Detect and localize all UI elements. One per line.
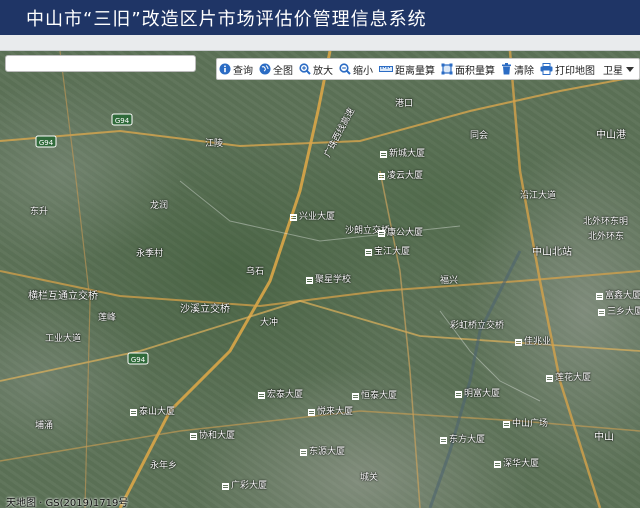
measure-area-button[interactable]: 面积量算 bbox=[441, 62, 495, 77]
g94-shield-c: G94 bbox=[127, 352, 149, 365]
basemap-label: 卫星 bbox=[603, 65, 623, 77]
map-label-jiang: 江陵 bbox=[205, 139, 224, 149]
map-label-dachong: 大冲 bbox=[260, 318, 279, 328]
svg-text:G94: G94 bbox=[39, 139, 54, 147]
map-label-school: 聚星学校 bbox=[306, 275, 351, 285]
ruler-icon bbox=[379, 64, 393, 74]
map-label-hengtai: 恒泰大厦 bbox=[352, 391, 397, 401]
zoom-in-label: 放大 bbox=[313, 65, 333, 77]
map-label-xingye: 兴业大厦 bbox=[290, 212, 335, 222]
map-label-dongfang: 东方大厦 bbox=[440, 435, 485, 445]
measure-distance-button[interactable]: 距离量算 bbox=[379, 62, 435, 77]
map-label-tonghui: 同会 bbox=[470, 131, 489, 141]
map-label-dongyuan: 东源大厦 bbox=[300, 447, 345, 457]
map-label-zhongshan-plaza: 中山广场 bbox=[503, 419, 548, 429]
map-label-xiehe: 协和大厦 bbox=[190, 431, 235, 441]
g94-shield-a: G94 bbox=[35, 135, 57, 148]
map-label-chengguan: 城关 bbox=[360, 473, 379, 483]
measure-distance-label: 距离量算 bbox=[395, 65, 435, 77]
map-label-zhongshan-north: 中山北站 bbox=[532, 247, 572, 258]
map-label-baojiang: 宝江大厦 bbox=[365, 247, 410, 257]
satellite-map[interactable]: G94 G94 G94 广珠西线高速 北外环东明 北外环东 中山北站 沙朗立交桥… bbox=[0, 51, 640, 508]
g94-shield-b: G94 bbox=[111, 113, 133, 126]
map-attribution: 天地图 · GS(2019)1719号 bbox=[6, 498, 129, 508]
map-label-yongjia: 永季村 bbox=[136, 249, 164, 259]
svg-text:G94: G94 bbox=[131, 356, 146, 364]
printer-icon bbox=[540, 63, 553, 75]
map-label-shaxi: 沙溪立交桥 bbox=[180, 304, 230, 315]
map-label-fuxing: 福兴 bbox=[440, 276, 459, 286]
map-label-lingyun: 凌云大厦 bbox=[378, 171, 423, 181]
map-label-longrun: 龙润 bbox=[150, 201, 169, 211]
map-label-fuxin: 富鑫大厦 bbox=[596, 291, 640, 301]
print-map-button[interactable]: 打印地图 bbox=[540, 62, 595, 77]
print-map-label: 打印地图 bbox=[555, 65, 595, 77]
map-label-sanxiang: 三乡大厦 bbox=[598, 307, 640, 317]
map-toolbar: 查询 全图 放大 缩小 距离量算 面积量算 清除 打印地图 卫星 bbox=[216, 58, 640, 80]
map-label-jiazhao: 佳兆业 bbox=[515, 337, 551, 347]
search-input[interactable] bbox=[5, 55, 196, 72]
clear-button[interactable]: 清除 bbox=[501, 62, 534, 77]
area-icon bbox=[441, 63, 453, 75]
map-label-guangcai: 广彩大厦 bbox=[222, 481, 267, 491]
map-label-west-ring-1: 北外环东明 bbox=[583, 217, 629, 227]
map-label-wu: 乌石 bbox=[246, 267, 265, 277]
zoom-in-icon bbox=[299, 63, 311, 75]
sub-header-bar bbox=[0, 35, 640, 51]
basemap-select[interactable]: 卫星 bbox=[603, 62, 634, 77]
map-label-yongnianxiang: 永年乡 bbox=[150, 461, 178, 471]
clear-label: 清除 bbox=[514, 65, 534, 77]
map-label-gongye: 工业大道 bbox=[45, 334, 82, 344]
map-label-pulu: 埔涌 bbox=[35, 421, 54, 431]
zoom-out-button[interactable]: 缩小 bbox=[339, 62, 373, 77]
zoom-in-button[interactable]: 放大 bbox=[299, 62, 333, 77]
map-label-xincheng: 新城大厦 bbox=[380, 149, 425, 159]
chevron-down-icon bbox=[626, 66, 634, 72]
globe-icon bbox=[259, 63, 271, 75]
map-label-hongtai: 宏泰大厦 bbox=[258, 390, 303, 400]
map-label-west-ring-2: 北外环东 bbox=[588, 232, 625, 242]
map-label-gangkou: 港口 bbox=[395, 99, 414, 109]
query-button[interactable]: 查询 bbox=[219, 62, 253, 77]
map-label-shenhua: 深华大厦 bbox=[494, 459, 539, 469]
map-label-kanggong: 康公大厦 bbox=[378, 228, 423, 238]
map-label-zhongshan-port: 中山港 bbox=[596, 130, 626, 141]
map-label-mingfu: 明富大厦 bbox=[455, 389, 500, 399]
info-icon bbox=[219, 63, 231, 75]
map-label-lotus: 莲花大厦 bbox=[546, 373, 591, 383]
zoom-out-label: 缩小 bbox=[353, 65, 373, 77]
map-label-taishan: 泰山大厦 bbox=[130, 407, 175, 417]
map-label-yanjiang: 沿江大道 bbox=[520, 191, 557, 201]
trash-icon bbox=[501, 63, 512, 75]
app-title: 中山市“三旧”改造区片市场评估价管理信息系统 bbox=[0, 0, 640, 35]
svg-text:G94: G94 bbox=[115, 117, 130, 125]
map-label-caihong: 彩虹桥立交桥 bbox=[450, 321, 505, 331]
measure-area-label: 面积量算 bbox=[455, 65, 495, 77]
map-label-lianfeng: 莲峰 bbox=[98, 313, 117, 323]
full-extent-label: 全图 bbox=[273, 65, 293, 77]
map-label-dongsheng: 东升 bbox=[30, 207, 49, 217]
query-label: 查询 bbox=[233, 65, 253, 77]
zoom-out-icon bbox=[339, 63, 351, 75]
full-extent-button[interactable]: 全图 bbox=[259, 62, 293, 77]
map-label-henglan: 横栏互通立交桥 bbox=[28, 291, 98, 302]
map-label-zhongshan: 中山 bbox=[594, 432, 614, 443]
map-label-yuelai: 悦来大厦 bbox=[308, 407, 353, 417]
